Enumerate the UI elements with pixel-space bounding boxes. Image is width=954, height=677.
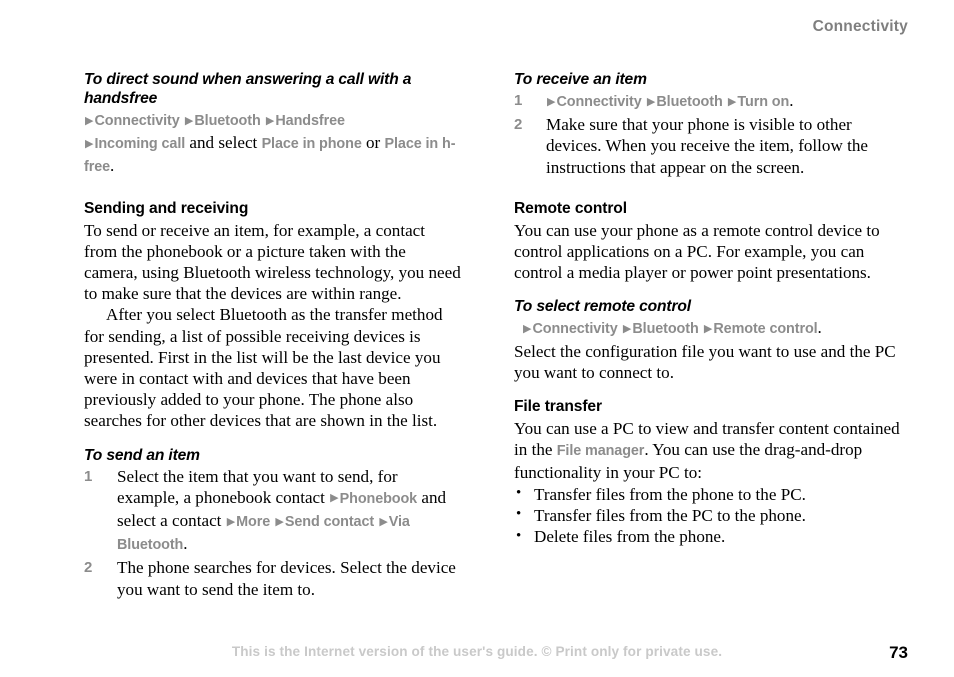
menu-path-handsfree-line1: ▶Connectivity ▶Bluetooth ▶Handsfree xyxy=(84,109,462,132)
arrow-icon: ▶ xyxy=(547,95,556,108)
section-file-transfer: File transfer You can use a PC to view a… xyxy=(514,397,902,547)
steps-list-send-item: 1 Select the item that you want to send,… xyxy=(84,466,462,600)
text-period: . xyxy=(817,318,822,338)
arrow-icon: ▶ xyxy=(226,515,236,528)
right-column: To receive an item 1 ▶Connectivity ▶Blue… xyxy=(514,70,902,547)
step-item: 2 Make sure that your phone is visible t… xyxy=(514,114,902,178)
arrow-icon: ▶ xyxy=(265,114,275,127)
arrow-icon: ▶ xyxy=(85,137,94,150)
list-item-label: Transfer files from the PC to the phone. xyxy=(534,505,806,525)
arrow-icon: ▶ xyxy=(523,322,532,335)
running-header-chapter: Connectivity xyxy=(812,18,908,35)
footer-copyright-note: This is the Internet version of the user… xyxy=(231,644,723,659)
menu-item-more: More xyxy=(236,514,271,531)
menu-item-remote-control: Remote control xyxy=(713,321,818,338)
arrow-icon: ▶ xyxy=(646,95,656,108)
task-select-remote-control: To select remote control ▶Connectivity ▶… xyxy=(514,297,902,383)
paragraph-select-remote-control: Select the configuration file you want t… xyxy=(514,341,896,382)
page-number: 73 xyxy=(889,643,908,662)
step-text-period: . xyxy=(789,91,794,110)
menu-item-place-in-phone: Place in phone xyxy=(261,136,362,153)
step-number: 1 xyxy=(84,467,93,485)
arrow-icon: ▶ xyxy=(275,515,284,528)
list-item: • Delete files from the phone. xyxy=(514,526,902,547)
menu-item-handsfree: Handsfree xyxy=(275,113,345,129)
text-and-select: and select xyxy=(185,133,262,153)
arrow-icon: ▶ xyxy=(379,515,388,528)
step-item: 1 Select the item that you want to send,… xyxy=(84,466,462,557)
left-column: To direct sound when answering a call wi… xyxy=(84,70,462,601)
menu-item-bluetooth: Bluetooth xyxy=(632,321,699,338)
step-item: 1 ▶Connectivity ▶Bluetooth ▶Turn on. xyxy=(514,90,902,113)
menu-item-bluetooth: Bluetooth xyxy=(194,113,261,129)
paragraph-sending-1: To send or receive an item, for example,… xyxy=(84,220,461,304)
menu-path-handsfree-line2: ▶Incoming call and select Place in phone… xyxy=(84,132,462,178)
task-heading-select-remote-control: To select remote control xyxy=(514,298,691,316)
paragraph-file-transfer: You can use a PC to view and transfer co… xyxy=(514,418,902,484)
arrow-icon: ▶ xyxy=(727,95,737,108)
arrow-icon: ▶ xyxy=(622,322,632,335)
task-heading-direct-sound: To direct sound when answering a call wi… xyxy=(84,71,412,107)
step-text: The phone searches for devices. Select t… xyxy=(117,558,456,599)
bullet-icon: • xyxy=(516,506,522,523)
section-heading-remote-control: Remote control xyxy=(514,199,627,217)
step-item: 2 The phone searches for devices. Select… xyxy=(84,557,462,599)
arrow-icon: ▶ xyxy=(184,114,194,127)
menu-item-send-contact: Send contact xyxy=(284,514,375,531)
step-number: 2 xyxy=(514,116,523,134)
arrow-icon: ▶ xyxy=(703,322,713,335)
task-direct-sound-handsfree: To direct sound when answering a call wi… xyxy=(84,70,462,179)
steps-list-receive-item: 1 ▶Connectivity ▶Bluetooth ▶Turn on. 2 M… xyxy=(514,90,902,178)
menu-item-connectivity: Connectivity xyxy=(94,113,180,129)
menu-path-remote-control: ▶Connectivity ▶Bluetooth ▶Remote control… xyxy=(514,317,902,340)
section-heading-file-transfer: File transfer xyxy=(514,398,602,416)
menu-item-file-manager: File manager xyxy=(556,443,645,460)
manual-page: Connectivity To direct sound when answer… xyxy=(0,0,954,677)
section-sending-and-receiving: Sending and receiving To send or receive… xyxy=(84,199,462,432)
menu-item-connectivity: Connectivity xyxy=(532,321,618,338)
arrow-icon: ▶ xyxy=(330,492,339,505)
menu-item-bluetooth: Bluetooth xyxy=(656,94,723,110)
text-or: or xyxy=(361,133,385,153)
menu-item-turn-on: Turn on xyxy=(737,94,790,110)
step-number: 2 xyxy=(84,559,93,577)
step-number: 1 xyxy=(514,92,523,109)
section-heading-sending-receiving: Sending and receiving xyxy=(84,199,249,217)
list-item-label: Delete files from the phone. xyxy=(534,527,726,547)
task-send-an-item: To send an item 1 Select the item that y… xyxy=(84,446,462,600)
task-heading-receive-item: To receive an item xyxy=(514,71,647,88)
bullet-icon: • xyxy=(516,527,522,544)
menu-item-phonebook: Phonebook xyxy=(339,490,418,507)
step-text-c: . xyxy=(183,534,188,554)
task-heading-send-item: To send an item xyxy=(84,446,200,464)
list-item: • Transfer files from the PC to the phon… xyxy=(514,505,902,526)
arrow-icon: ▶ xyxy=(85,114,94,127)
bullet-icon: • xyxy=(516,485,522,502)
paragraph-sending-2: After you select Bluetooth as the transf… xyxy=(84,305,443,431)
section-remote-control: Remote control You can use your phone as… xyxy=(514,199,902,284)
task-receive-an-item: To receive an item 1 ▶Connectivity ▶Blue… xyxy=(514,70,902,178)
list-item: • Transfer files from the phone to the P… xyxy=(514,484,902,505)
step-text: Make sure that your phone is visible to … xyxy=(546,115,868,177)
menu-item-incoming-call: Incoming call xyxy=(94,136,186,153)
paragraph-remote-control: You can use your phone as a remote contr… xyxy=(514,220,880,283)
menu-item-connectivity: Connectivity xyxy=(556,94,642,110)
bullet-list-file-transfer: • Transfer files from the phone to the P… xyxy=(514,484,902,548)
list-item-label: Transfer files from the phone to the PC. xyxy=(534,484,806,504)
text-period: . xyxy=(110,156,115,176)
